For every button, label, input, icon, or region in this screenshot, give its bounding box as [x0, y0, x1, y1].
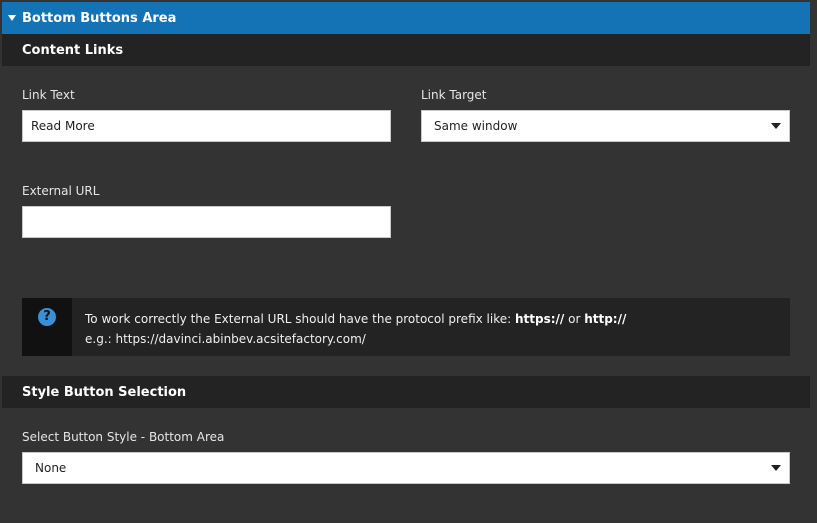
link-target-selected: Same window: [434, 119, 518, 133]
panel-header-bottom-buttons-area[interactable]: Bottom Buttons Area: [2, 2, 810, 34]
section-title: Style Button Selection: [22, 384, 187, 400]
link-target-label: Link Target: [421, 88, 487, 102]
dropdown-arrow-icon: [771, 465, 781, 471]
info-icon-column: ?: [22, 298, 72, 356]
section-header-content-links: Content Links: [2, 34, 810, 66]
info-line-2: e.g.: https://davinci.abinbev.acsitefact…: [85, 332, 366, 346]
dropdown-arrow-icon: [771, 123, 781, 129]
external-url-input[interactable]: [22, 206, 391, 238]
settings-panel: Bottom Buttons Area Content Links Link T…: [0, 0, 817, 523]
info-text: To work correctly the External URL shoul…: [85, 309, 626, 349]
link-text-input[interactable]: [22, 110, 391, 142]
section-title: Content Links: [22, 42, 124, 58]
panel-title: Bottom Buttons Area: [22, 10, 177, 26]
info-or-word: or: [564, 312, 585, 326]
info-line-1-text: To work correctly the External URL shoul…: [85, 312, 515, 326]
button-style-selected: None: [35, 461, 67, 475]
link-text-label: Link Text: [22, 88, 75, 102]
button-style-select[interactable]: None: [22, 452, 790, 484]
question-circle-icon: ?: [38, 308, 56, 326]
external-url-label: External URL: [22, 184, 100, 198]
protocol-http: http://: [584, 312, 627, 326]
info-line-1: To work correctly the External URL shoul…: [85, 309, 626, 329]
link-target-select[interactable]: Same window: [421, 110, 790, 142]
info-message: ? To work correctly the External URL sho…: [22, 298, 790, 356]
protocol-https: https://: [514, 312, 565, 326]
section-header-style-button: Style Button Selection: [2, 376, 810, 408]
caret-down-icon: [8, 15, 16, 21]
button-style-label: Select Button Style - Bottom Area: [22, 430, 225, 444]
